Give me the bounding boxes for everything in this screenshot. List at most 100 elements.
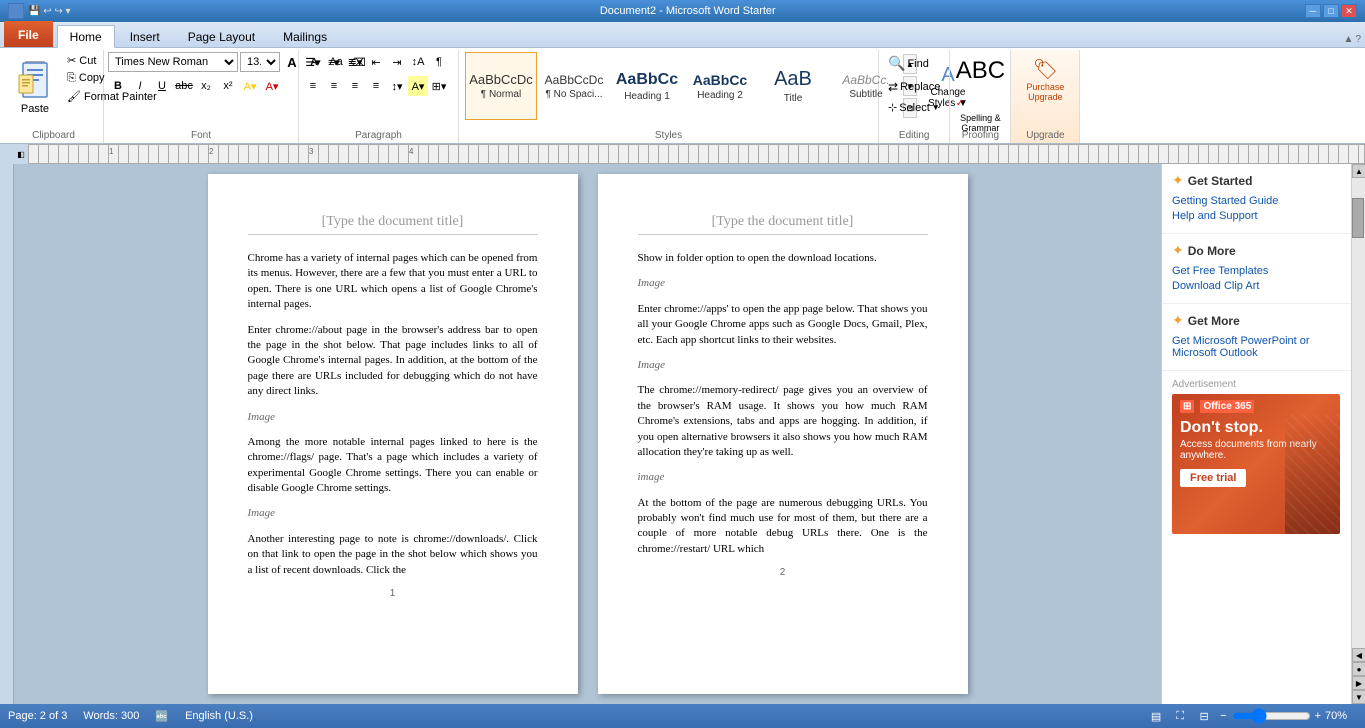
underline-button[interactable]: U [152,76,172,96]
align-center-button[interactable]: ≡ [324,76,344,96]
clipboard-label: Clipboard [4,130,103,141]
font-name-select[interactable]: Times New Roman [108,52,238,72]
page-1-content: Chrome has a variety of internal pages w… [248,251,538,578]
find-button[interactable]: 🔍 Find [883,52,945,75]
zoom-in-button[interactable]: + [1315,710,1321,722]
style-title[interactable]: AaB Title [757,52,829,120]
tab-mailings[interactable]: Mailings [270,25,340,47]
page-1-para-5: Another interesting page to note is chro… [248,532,538,578]
style-heading2[interactable]: AaBbCc Heading 2 [684,52,756,120]
scrollbar-thumb[interactable] [1352,198,1364,238]
style-h1-preview: AaBbCc [616,71,678,89]
text-highlight-button[interactable]: A▾ [240,76,260,96]
scroll-page-up-button[interactable]: ◀ [1352,648,1365,662]
page-2-image-2: image [638,470,928,485]
tab-file[interactable]: File [4,21,53,47]
language-indicator[interactable]: English (U.S.) [185,710,253,722]
ruler-marks [29,145,1364,163]
show-hide-button[interactable]: ¶ [429,52,449,72]
word-count: Words: 300 [83,710,139,722]
help-button[interactable]: ? [1355,34,1361,45]
borders-button[interactable]: ⊞▾ [429,76,449,96]
justify-button[interactable]: ≡ [366,76,386,96]
bullets-button[interactable]: ☰▾ [303,52,323,72]
font-color-button[interactable]: A▾ [262,76,282,96]
style-h2-label: Heading 2 [697,90,743,101]
download-clip-art-link[interactable]: Download Clip Art [1172,280,1341,292]
zoom-slider[interactable] [1231,711,1311,721]
shading-button[interactable]: A▾ [408,76,428,96]
ribbon-collapse-button[interactable]: ▲ [1344,34,1354,45]
get-started-title: Get Started [1188,174,1253,188]
view-normal-button[interactable]: ▤ [1148,708,1164,724]
paragraph-content: ☰▾ ≡▾ ≣▾ ⇤ ⇥ ↕A ¶ ≡ ≡ ≡ ≡ ↕▾ A▾ ⊞▾ [303,52,449,114]
style-normal-preview: AaBbCcDc [469,72,533,87]
tab-home[interactable]: Home [57,25,115,48]
get-office-link[interactable]: Get Microsoft PowerPoint or Microsoft Ou… [1172,335,1341,359]
view-full-screen-button[interactable]: ⛶ [1172,708,1188,724]
title-bar-controls: ─ □ ✕ [1305,4,1357,18]
document-area[interactable]: [Type the document title] Chrome has a v… [14,164,1161,704]
style-heading1[interactable]: AaBbCc Heading 1 [611,52,683,120]
font-label: Font [104,130,298,141]
replace-button[interactable]: ⇄ Replace [883,77,945,97]
strikethrough-button[interactable]: abc [174,76,194,96]
ad-free-trial-button[interactable]: Free trial [1180,469,1246,487]
get-more-title: Get More [1188,314,1240,328]
decrease-indent-button[interactable]: ⇤ [366,52,386,72]
search-icon: 🔍 [888,55,905,72]
upgrade-label: PurchaseUpgrade [1026,82,1064,102]
ad-banner: ⊞ Office 365 Don't stop. Access document… [1172,394,1340,534]
italic-button[interactable]: I [130,76,150,96]
paste-button[interactable]: Paste [10,52,60,118]
line-spacing-button[interactable]: ↕▾ [387,76,407,96]
editing-label: Editing [879,130,949,141]
zoom-level[interactable]: 70% [1325,710,1357,722]
style-no-spacing[interactable]: AaBbCcDc ¶ No Spaci... [538,52,610,120]
zoom-out-button[interactable]: − [1220,710,1226,722]
select-button[interactable]: ⊹ Select ▼ [883,99,945,116]
page-1-title[interactable]: [Type the document title] [248,214,538,235]
select-icon: ⊹ [888,101,897,114]
minimize-button[interactable]: ─ [1305,4,1321,18]
superscript-button[interactable]: x² [218,76,238,96]
style-normal[interactable]: AaBbCcDc ¶ Normal [465,52,537,120]
purchase-upgrade-button[interactable]: 🏷 PurchaseUpgrade [1015,52,1075,120]
replace-label: Replace [900,81,940,93]
help-support-link[interactable]: Help and Support [1172,210,1341,222]
ribbon-tabs: File Home Insert Page Layout Mailings ▲ … [0,22,1365,48]
font-size-select[interactable]: 13.5 [240,52,280,72]
multilevel-list-button[interactable]: ≣▾ [345,52,365,72]
free-templates-link[interactable]: Get Free Templates [1172,265,1341,277]
style-subtitle-label: Subtitle [849,89,882,100]
scroll-dot-button[interactable]: ● [1352,662,1365,676]
ruler-toggle-button[interactable]: ◧ [14,144,28,164]
bold-button[interactable]: B [108,76,128,96]
ad-label: Advertisement [1172,379,1341,390]
spell-check-icon[interactable]: 🔤 [155,710,169,723]
page-2-title[interactable]: [Type the document title] [638,214,928,235]
scrollbar-track[interactable] [1352,178,1365,648]
paste-icon [15,55,55,103]
increase-indent-button[interactable]: ⇥ [387,52,407,72]
style-title-preview: AaB [774,68,812,91]
ad-logo-text: ⊞ [1180,400,1194,413]
view-web-button[interactable]: ⊟ [1196,708,1212,724]
subscript-button[interactable]: x₂ [196,76,216,96]
getting-started-guide-link[interactable]: Getting Started Guide [1172,195,1341,207]
maximize-button[interactable]: □ [1323,4,1339,18]
scroll-down-button[interactable]: ▼ [1352,690,1365,704]
scroll-page-down-button[interactable]: ▶ [1352,676,1365,690]
spelling-button[interactable]: ABC✓ Spelling &Grammar [954,52,1006,120]
tab-insert[interactable]: Insert [117,25,173,47]
left-ruler [0,164,14,704]
close-button[interactable]: ✕ [1341,4,1357,18]
copy-icon: ⎘ [67,72,76,84]
paragraph-group: ☰▾ ≡▾ ≣▾ ⇤ ⇥ ↕A ¶ ≡ ≡ ≡ ≡ ↕▾ A▾ ⊞▾ Parag… [299,50,459,143]
scroll-up-button[interactable]: ▲ [1352,164,1365,178]
sort-button[interactable]: ↕A [408,52,428,72]
tab-page-layout[interactable]: Page Layout [175,25,268,47]
align-right-button[interactable]: ≡ [345,76,365,96]
align-left-button[interactable]: ≡ [303,76,323,96]
numbering-button[interactable]: ≡▾ [324,52,344,72]
